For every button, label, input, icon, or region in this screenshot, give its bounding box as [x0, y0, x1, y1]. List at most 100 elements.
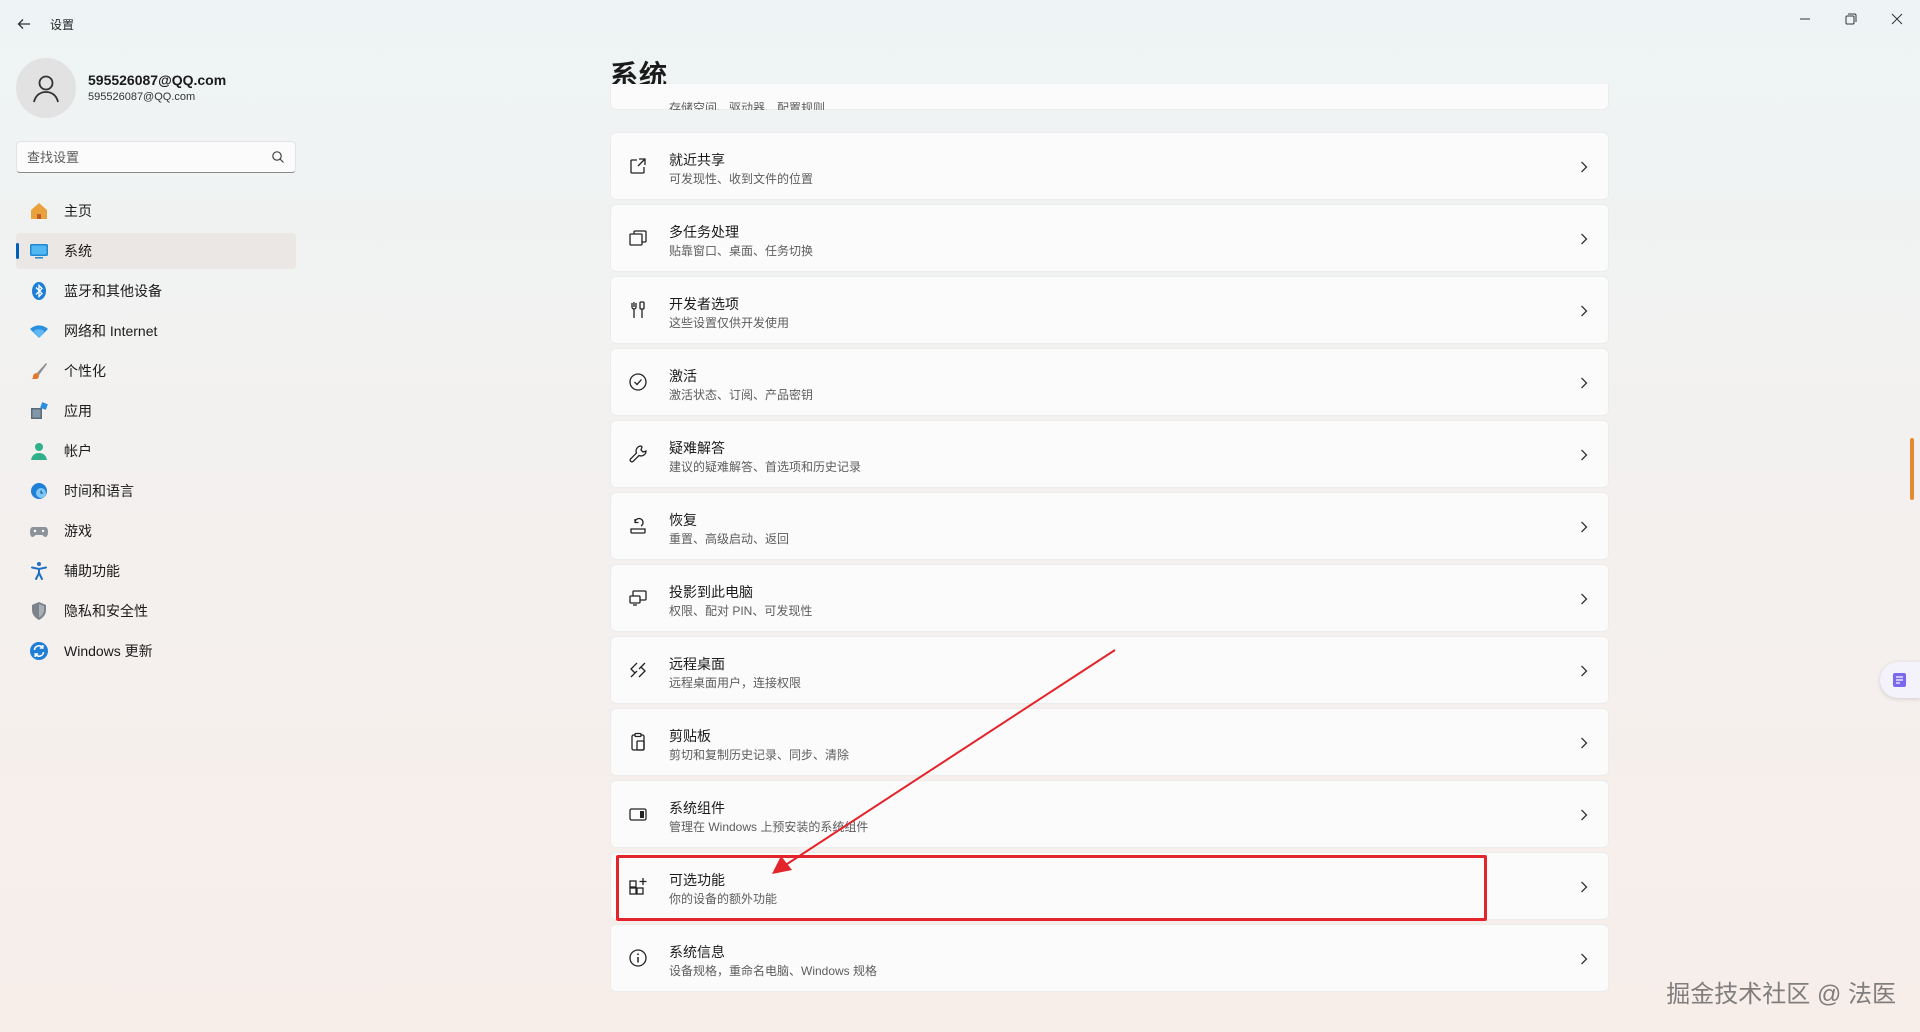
apps-icon	[28, 400, 50, 422]
check-circle-icon	[627, 371, 649, 393]
brush-icon	[28, 360, 50, 382]
settings-item-title: 系统信息	[669, 944, 725, 960]
settings-item-subtitle: 建议的疑难解答、首选项和历史记录	[669, 460, 862, 474]
sidebar-item-accounts[interactable]: 帐户	[16, 433, 296, 469]
bluetooth-icon	[28, 280, 50, 302]
settings-item-subtitle: 你的设备的额外功能	[669, 892, 778, 906]
chevron-right-icon	[1576, 589, 1592, 609]
settings-item-troubleshoot[interactable]: 疑难解答 建议的疑难解答、首选项和历史记录	[610, 420, 1609, 488]
assistant-icon	[1893, 673, 1906, 687]
share-icon	[627, 155, 649, 177]
account-icon	[28, 440, 50, 462]
minimize-button[interactable]	[1782, 4, 1828, 34]
sidebar-item-personalization[interactable]: 个性化	[16, 353, 296, 389]
settings-item-optional-features[interactable]: 可选功能 你的设备的额外功能	[610, 852, 1609, 920]
sidebar-item-accessibility[interactable]: 辅助功能	[16, 553, 296, 589]
sidebar-item-privacy[interactable]: 隐私和安全性	[16, 593, 296, 629]
settings-item-system-components[interactable]: 系统组件 管理在 Windows 上预安装的系统组件	[610, 780, 1609, 848]
watermark-text: 掘金技术社区 @ 法医	[1666, 981, 1896, 1008]
chevron-right-icon	[1576, 877, 1592, 897]
search-icon[interactable]	[271, 150, 285, 164]
sidebar-item-bluetooth[interactable]: 蓝牙和其他设备	[16, 273, 296, 309]
sidebar-item-apps[interactable]: 应用	[16, 393, 296, 429]
remote-desktop-icon	[627, 659, 649, 681]
settings-item-subtitle: 设备规格，重命名电脑、Windows 规格	[669, 964, 878, 978]
components-icon	[627, 803, 649, 825]
search-input[interactable]	[27, 142, 257, 172]
chevron-right-icon	[1576, 949, 1592, 969]
sidebar-item-label: 帐户	[64, 443, 92, 459]
settings-item-remote-desktop[interactable]: 远程桌面 远程桌面用户，连接权限	[610, 636, 1609, 704]
home-icon	[28, 200, 50, 222]
settings-item-project-to-pc[interactable]: 投影到此电脑 权限、配对 PIN、可发现性	[610, 564, 1609, 632]
settings-item-subtitle: 剪切和复制历史记录、同步、清除	[669, 748, 850, 762]
multitask-icon	[627, 227, 649, 249]
settings-item-recovery[interactable]: 恢复 重置、高级启动、返回	[610, 492, 1609, 560]
settings-item-subtitle: 管理在 Windows 上预安装的系统组件	[669, 820, 869, 834]
avatar[interactable]	[16, 58, 76, 118]
settings-item-title: 远程桌面	[669, 656, 725, 672]
gamepad-icon	[28, 520, 50, 542]
settings-item-subtitle: 这些设置仅供开发使用	[669, 316, 790, 330]
sidebar-item-label: 时间和语言	[64, 483, 134, 499]
chevron-right-icon	[1576, 661, 1592, 681]
settings-item-subtitle: 存储空间、驱动器、配置规则	[669, 101, 826, 115]
sidebar-item-label: 应用	[64, 403, 92, 419]
search-box[interactable]	[16, 141, 296, 173]
chevron-right-icon	[1576, 373, 1592, 393]
update-icon	[28, 640, 50, 662]
sidebar-item-system[interactable]: 系统	[16, 233, 296, 269]
sidebar-item-time-language[interactable]: 时间和语言	[16, 473, 296, 509]
settings-item-title: 系统组件	[669, 800, 725, 816]
settings-item-multitasking[interactable]: 多任务处理 贴靠窗口、桌面、任务切换	[610, 204, 1609, 272]
sidebar-item-gaming[interactable]: 游戏	[16, 513, 296, 549]
user-name: 595526087@QQ.com	[88, 72, 227, 88]
scrollbar-thumb[interactable]	[1910, 438, 1914, 500]
recovery-icon	[627, 515, 649, 537]
sidebar-item-label: 网络和 Internet	[64, 323, 158, 339]
project-icon	[627, 587, 649, 609]
sidebar-item-label: 辅助功能	[64, 563, 120, 579]
chevron-right-icon	[1576, 517, 1592, 537]
settings-item-title: 激活	[669, 368, 697, 384]
sidebar-nav: 主页 系统 蓝牙和其他设备 网络和 Internet 个性化 应用 帐户 时间和…	[16, 193, 296, 673]
sidebar-item-label: 隐私和安全性	[64, 603, 148, 619]
system-monitor-icon	[28, 240, 50, 262]
accessibility-icon	[28, 560, 50, 582]
settings-item-title: 开发者选项	[669, 296, 739, 312]
settings-item-subtitle: 可发现性、收到文件的位置	[669, 172, 814, 186]
sidebar-item-home[interactable]: 主页	[16, 193, 296, 229]
settings-item-title: 多任务处理	[669, 224, 739, 240]
settings-item-activation[interactable]: 激活 激活状态、订阅、产品密钥	[610, 348, 1609, 416]
info-icon	[627, 947, 649, 969]
settings-item-subtitle: 激活状态、订阅、产品密钥	[669, 388, 814, 402]
optional-features-icon	[627, 875, 649, 897]
user-email: 595526087@QQ.com	[88, 91, 196, 103]
settings-item-subtitle: 贴靠窗口、桌面、任务切换	[669, 244, 814, 258]
title-bar: 设置	[0, 0, 1920, 46]
sidebar-item-windows-update[interactable]: Windows 更新	[16, 633, 296, 669]
settings-item-clipboard[interactable]: 剪贴板 剪切和复制历史记录、同步、清除	[610, 708, 1609, 776]
settings-item-partial[interactable]: 存储空间、驱动器、配置规则	[610, 84, 1609, 110]
floating-assistant-button[interactable]	[1880, 662, 1920, 698]
chevron-right-icon	[1576, 805, 1592, 825]
chevron-right-icon	[1576, 229, 1592, 249]
settings-item-developer-options[interactable]: 开发者选项 这些设置仅供开发使用	[610, 276, 1609, 344]
chevron-right-icon	[1576, 733, 1592, 753]
person-icon	[33, 75, 59, 103]
sidebar-item-network[interactable]: 网络和 Internet	[16, 313, 296, 349]
globe-clock-icon	[28, 480, 50, 502]
shield-icon	[28, 600, 50, 622]
settings-item-title: 就近共享	[669, 152, 725, 168]
settings-item-nearby-sharing[interactable]: 就近共享 可发现性、收到文件的位置	[610, 132, 1609, 200]
sidebar-item-label: 系统	[64, 243, 92, 259]
developer-tools-icon	[627, 299, 649, 321]
back-arrow-icon[interactable]	[12, 12, 36, 36]
settings-item-system-info[interactable]: 系统信息 设备规格，重命名电脑、Windows 规格	[610, 924, 1609, 992]
restore-button[interactable]	[1828, 4, 1874, 34]
settings-item-subtitle: 重置、高级启动、返回	[669, 532, 790, 546]
sidebar-item-label: 主页	[64, 203, 92, 219]
chevron-right-icon	[1576, 445, 1592, 465]
close-button[interactable]	[1874, 4, 1920, 34]
sidebar-item-label: 个性化	[64, 363, 106, 379]
